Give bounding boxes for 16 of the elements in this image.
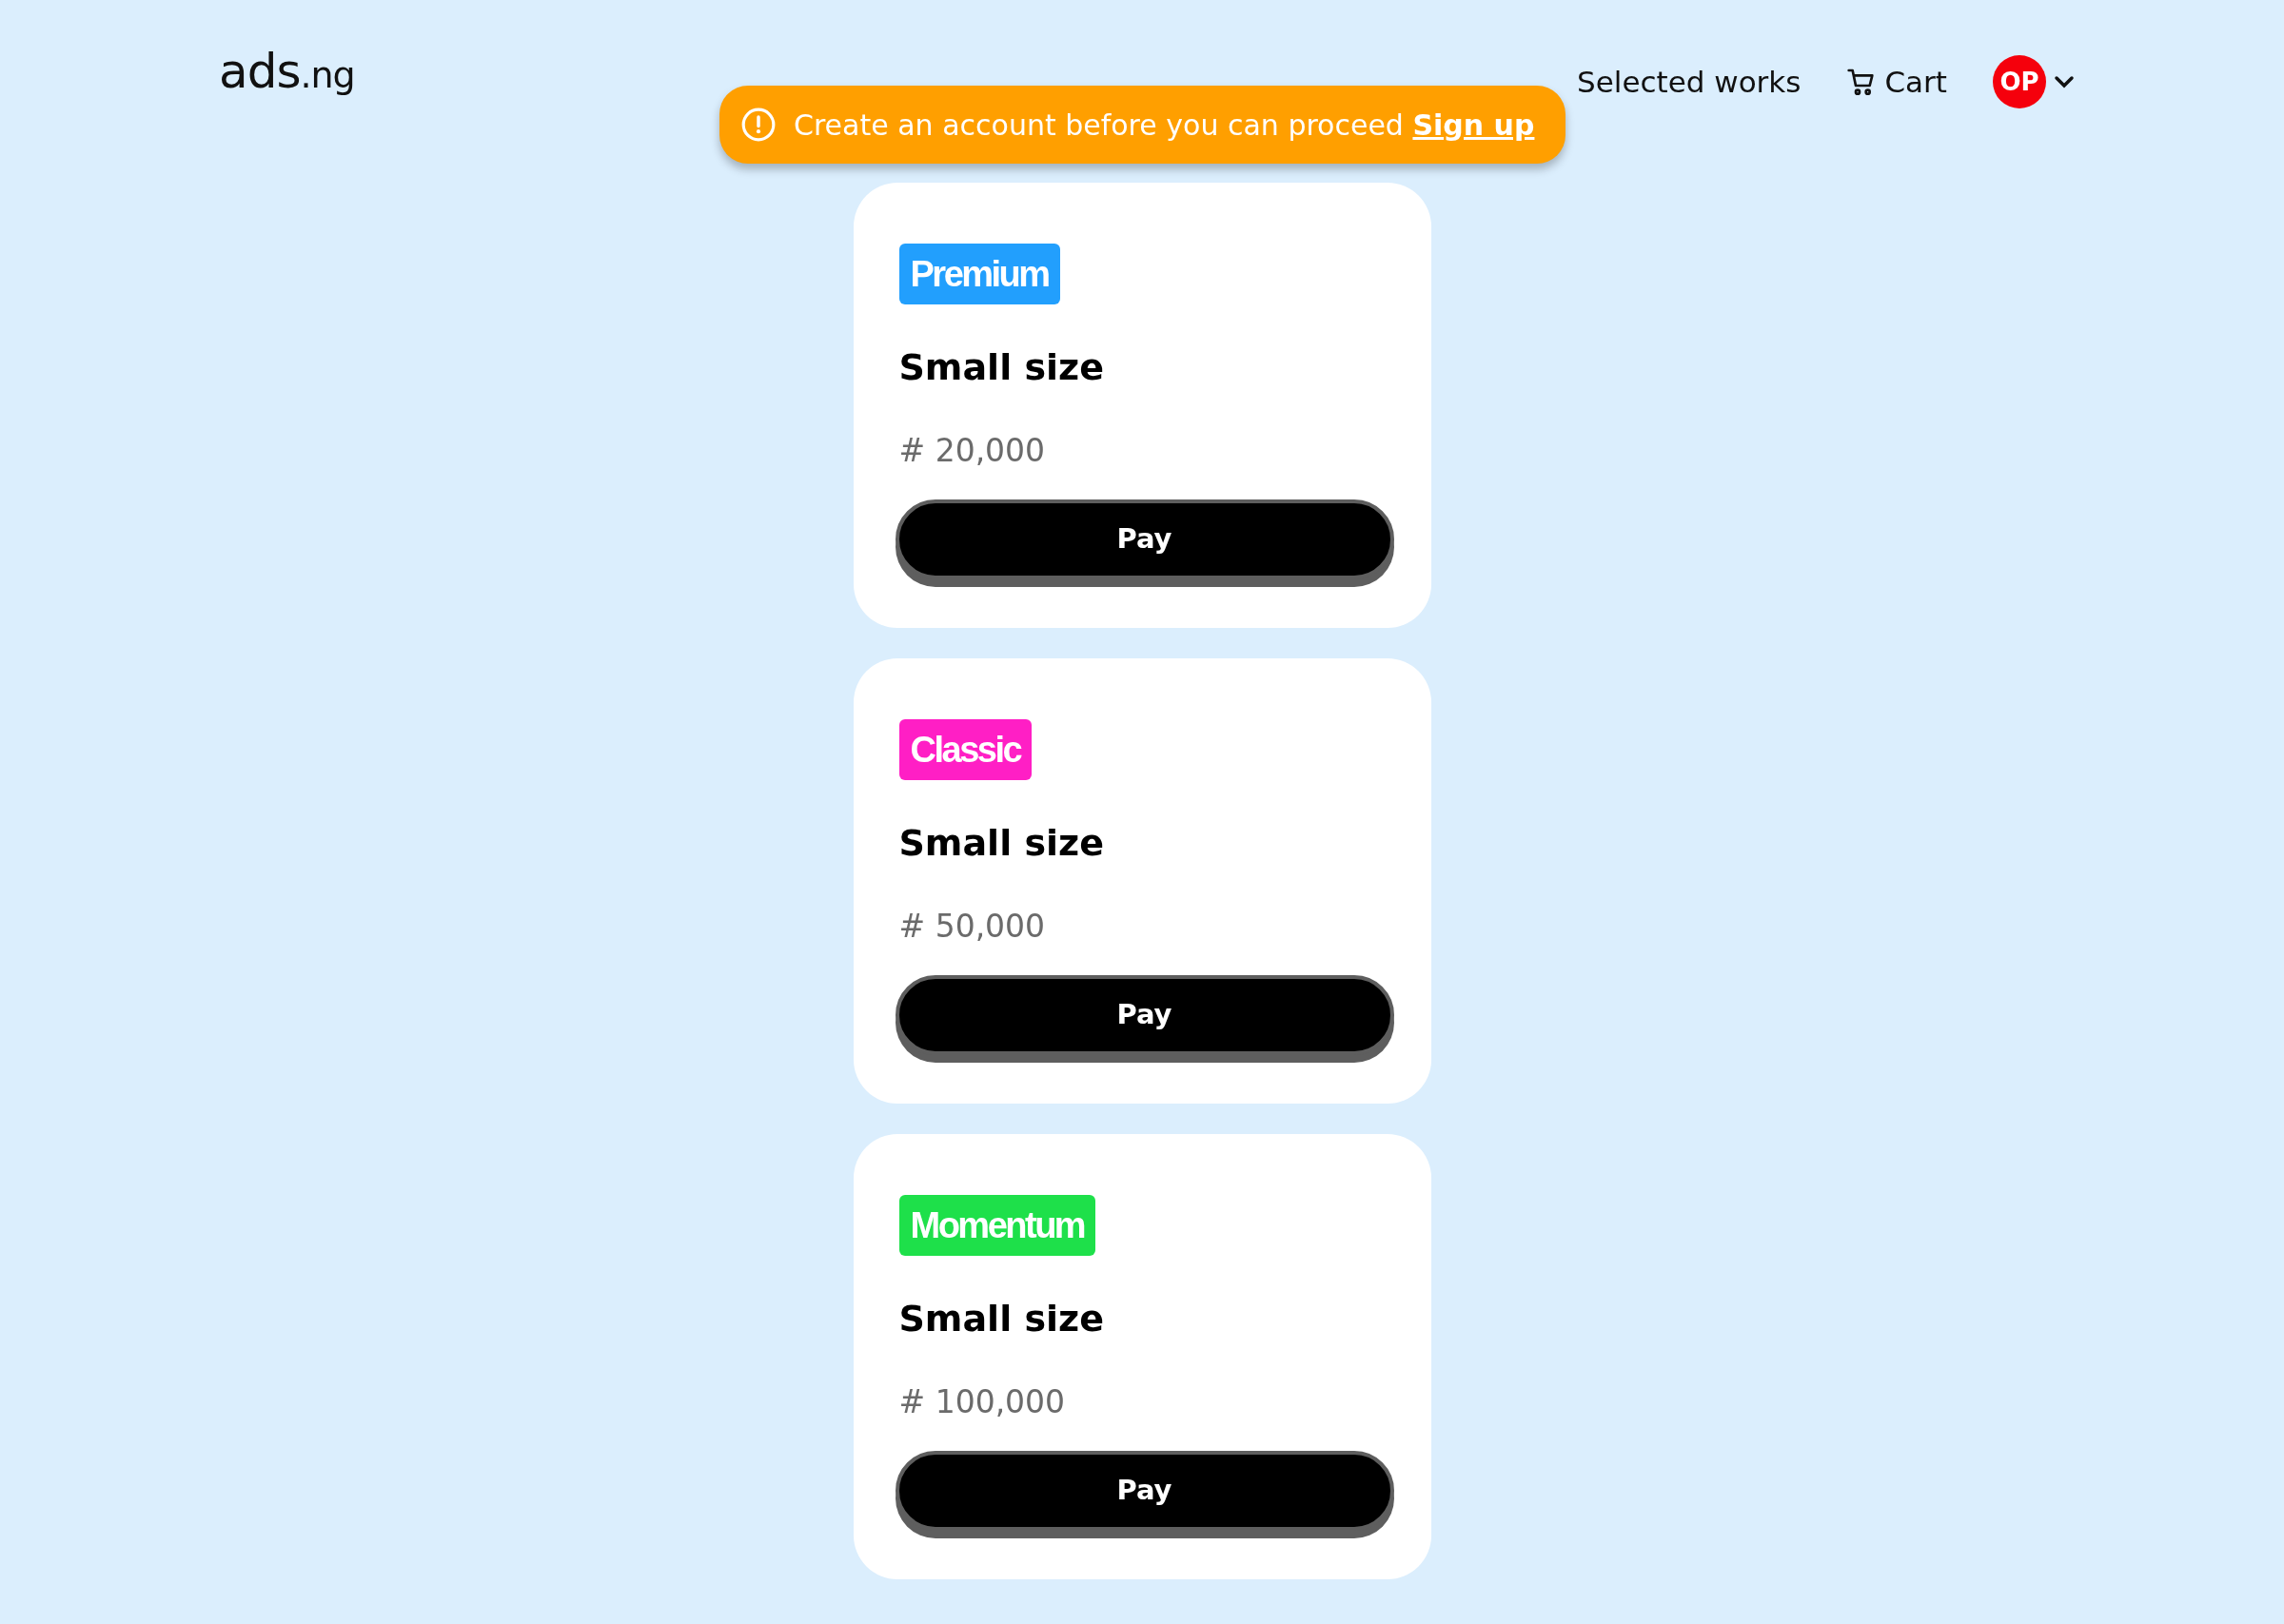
plan-price: # 20,000 [898, 431, 1047, 471]
plan-tag: Premium [898, 244, 1060, 304]
plan-price: # 50,000 [898, 907, 1047, 947]
plan-title: Small size [898, 1297, 1105, 1341]
plan-price: # 100,000 [898, 1382, 1067, 1422]
logo[interactable]: ads.ng [219, 48, 355, 95]
nav-link[interactable]: Selected works [1577, 59, 1802, 105]
plan-tag: Classic [898, 719, 1033, 780]
plan-tag: Momentum [898, 1195, 1096, 1256]
chevron-icon[interactable] [2054, 75, 2075, 88]
plan-title: Small size [898, 345, 1105, 390]
alert-icon [740, 107, 777, 143]
plan-title: Small size [898, 821, 1105, 866]
cart-link[interactable]: Cart [1846, 59, 1947, 105]
alert-message: Create an account before you can proceed Sign up [794, 107, 1535, 144]
avatar[interactable]: OP [1993, 55, 2046, 108]
